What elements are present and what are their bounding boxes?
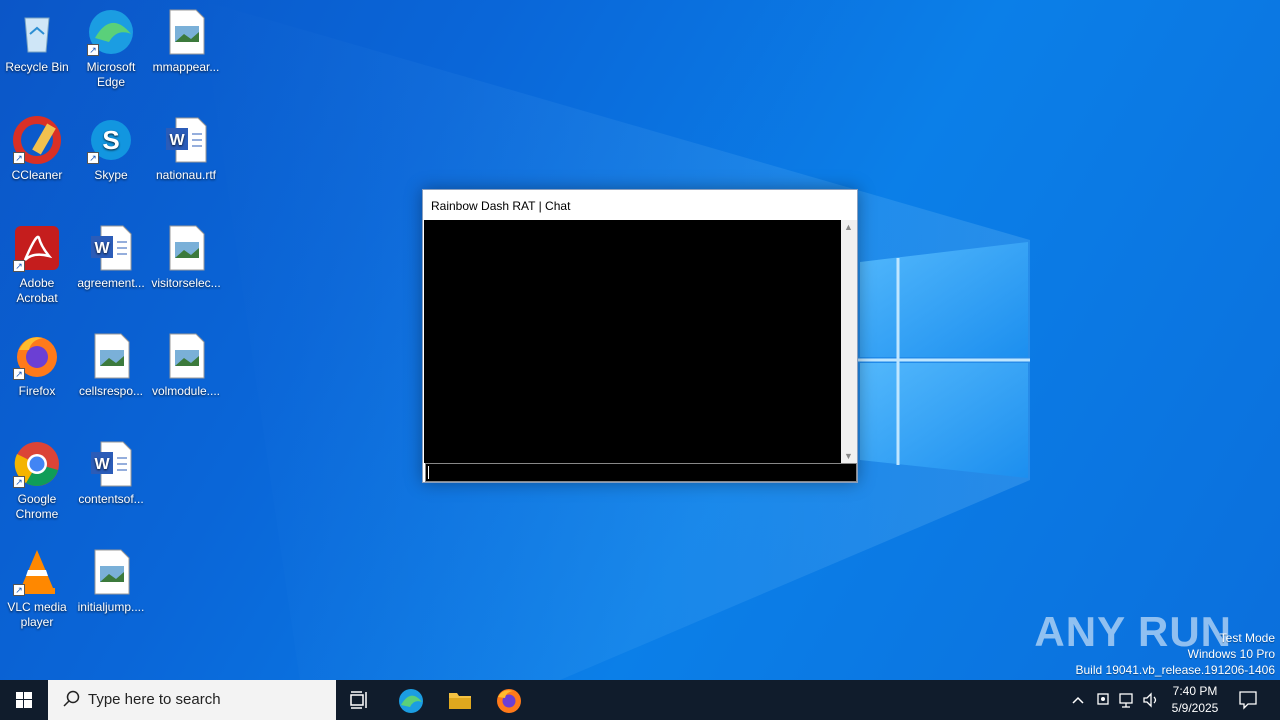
windows-logo-icon (16, 692, 32, 708)
desktop-icon-recycle-bin[interactable]: Recycle Bin (0, 8, 74, 75)
desktop-icon-label: contentsof... (78, 492, 144, 506)
start-button[interactable] (0, 680, 48, 720)
text-caret (428, 466, 429, 479)
watermark-line: Test Mode (1219, 631, 1275, 645)
shortcut-arrow-icon: ↗ (13, 476, 25, 488)
svg-text:S: S (102, 125, 119, 155)
desktop-icon-label: Microsoft Edge (86, 60, 136, 89)
desktop-icon-label: CCleaner (11, 168, 63, 182)
search-icon (62, 690, 80, 712)
desktop-icon-label: Adobe Acrobat (16, 276, 58, 305)
windows-watermark: Test Mode Windows 10 Pro Build 19041.vb_… (1076, 630, 1276, 678)
word-document-icon: W (87, 440, 135, 488)
recycle-bin-icon (13, 8, 61, 56)
ethernet-icon[interactable] (1118, 691, 1136, 714)
word-document-icon: W (162, 116, 210, 164)
desktop-icon-agreement[interactable]: W agreement... (74, 224, 148, 291)
svg-text:W: W (94, 456, 110, 473)
desktop-icon-edge[interactable]: ↗ Microsoft Edge (74, 8, 148, 90)
desktop-icon-initialjump[interactable]: initialjump.... (74, 548, 148, 615)
taskbar-clock[interactable]: 7:40 PM 5/9/2025 (1166, 683, 1224, 717)
desktop-icon-label: Firefox (18, 384, 56, 398)
clock-date: 5/9/2025 (1171, 701, 1219, 715)
window-title: Rainbow Dash RAT | Chat (431, 199, 571, 213)
chat-window[interactable]: Rainbow Dash RAT | Chat ▲ ▼ (422, 189, 858, 483)
skype-icon: S ↗ (87, 116, 135, 164)
chrome-icon: ↗ (13, 440, 61, 488)
shortcut-arrow-icon: ↗ (87, 44, 99, 56)
desktop-icon-label: nationau.rtf (155, 168, 217, 182)
clock-time: 7:40 PM (1172, 684, 1218, 698)
desktop-icon-cellsrespo[interactable]: cellsrespo... (74, 332, 148, 399)
shortcut-arrow-icon: ↗ (13, 260, 25, 272)
network-status-icon[interactable] (1095, 691, 1111, 714)
desktop-icon-vlc[interactable]: ↗ VLC media player (0, 548, 74, 630)
shortcut-arrow-icon: ↗ (13, 152, 25, 164)
word-document-icon: W (87, 224, 135, 272)
taskbar: Type here to search 7:40 PM 5/9/2025 (0, 680, 1280, 720)
desktop-icon-firefox[interactable]: ↗ Firefox (0, 332, 74, 399)
desktop-icon-label: volmodule.... (151, 384, 221, 398)
chat-output-area[interactable] (424, 220, 841, 463)
desktop-icon-acrobat[interactable]: ↗ Adobe Acrobat (0, 224, 74, 306)
task-view-icon (350, 691, 367, 709)
firefox-icon: ↗ (13, 332, 61, 380)
shortcut-arrow-icon: ↗ (13, 584, 25, 596)
taskbar-firefox-button[interactable] (484, 680, 532, 720)
shortcut-arrow-icon: ↗ (13, 368, 25, 380)
desktop-icon-ccleaner[interactable]: ↗ CCleaner (0, 116, 74, 183)
watermark-line: Windows 10 Pro (1187, 647, 1275, 661)
desktop-icon-label: mmappear... (152, 60, 220, 74)
desktop-icon-volmodule[interactable]: volmodule.... (149, 332, 223, 399)
scroll-down-icon[interactable]: ▼ (844, 451, 853, 461)
volume-icon[interactable] (1142, 691, 1160, 714)
image-file-icon (162, 224, 210, 272)
taskbar-file-explorer-button[interactable] (435, 680, 483, 720)
svg-text:W: W (169, 132, 185, 149)
svg-text:W: W (94, 240, 110, 257)
chevron-up-icon[interactable] (1071, 691, 1085, 714)
desktop-icon-visitorselec[interactable]: visitorselec... (149, 224, 223, 291)
desktop-icon-mmappear[interactable]: mmappear... (149, 8, 223, 75)
edge-icon (399, 689, 423, 713)
vertical-scrollbar[interactable]: ▲ ▼ (841, 220, 857, 463)
image-file-icon (162, 8, 210, 56)
desktop-icon-label: agreement... (77, 276, 145, 290)
acrobat-icon: ↗ (13, 224, 61, 272)
desktop-icon-label: Google Chrome (15, 492, 59, 521)
desktop-icon-label: initialjump.... (77, 600, 145, 614)
vlc-icon: ↗ (13, 548, 61, 596)
firefox-icon (497, 689, 521, 713)
desktop-icon-label: cellsrespo... (78, 384, 144, 398)
image-file-icon (162, 332, 210, 380)
image-file-icon (87, 548, 135, 596)
task-view-button[interactable] (336, 680, 384, 720)
ccleaner-icon: ↗ (13, 116, 61, 164)
desktop-icon-nationau[interactable]: W nationau.rtf (149, 116, 223, 183)
desktop-icon-label: Recycle Bin (5, 60, 69, 74)
desktop-icon-label: visitorselec... (151, 276, 221, 290)
desktop-icon-skype[interactable]: S ↗ Skype (74, 116, 148, 183)
desktop-icon-label: VLC media player (7, 600, 67, 629)
edge-icon: ↗ (87, 8, 135, 56)
file-explorer-icon (449, 693, 471, 709)
watermark-line: Build 19041.vb_release.191206-1406 (1075, 663, 1276, 677)
chat-message-input[interactable] (425, 463, 857, 482)
taskbar-search-box[interactable]: Type here to search (48, 680, 336, 720)
desktop-icon-chrome[interactable]: ↗ Google Chrome (0, 440, 74, 522)
desktop-icon-label: Skype (94, 168, 128, 182)
notification-icon[interactable] (1238, 690, 1258, 715)
desktop-icon-contentsof[interactable]: W contentsof... (74, 440, 148, 507)
image-file-icon (87, 332, 135, 380)
shortcut-arrow-icon: ↗ (87, 152, 99, 164)
search-placeholder: Type here to search (88, 691, 221, 708)
scroll-up-icon[interactable]: ▲ (844, 222, 853, 232)
taskbar-edge-button[interactable] (386, 680, 434, 720)
